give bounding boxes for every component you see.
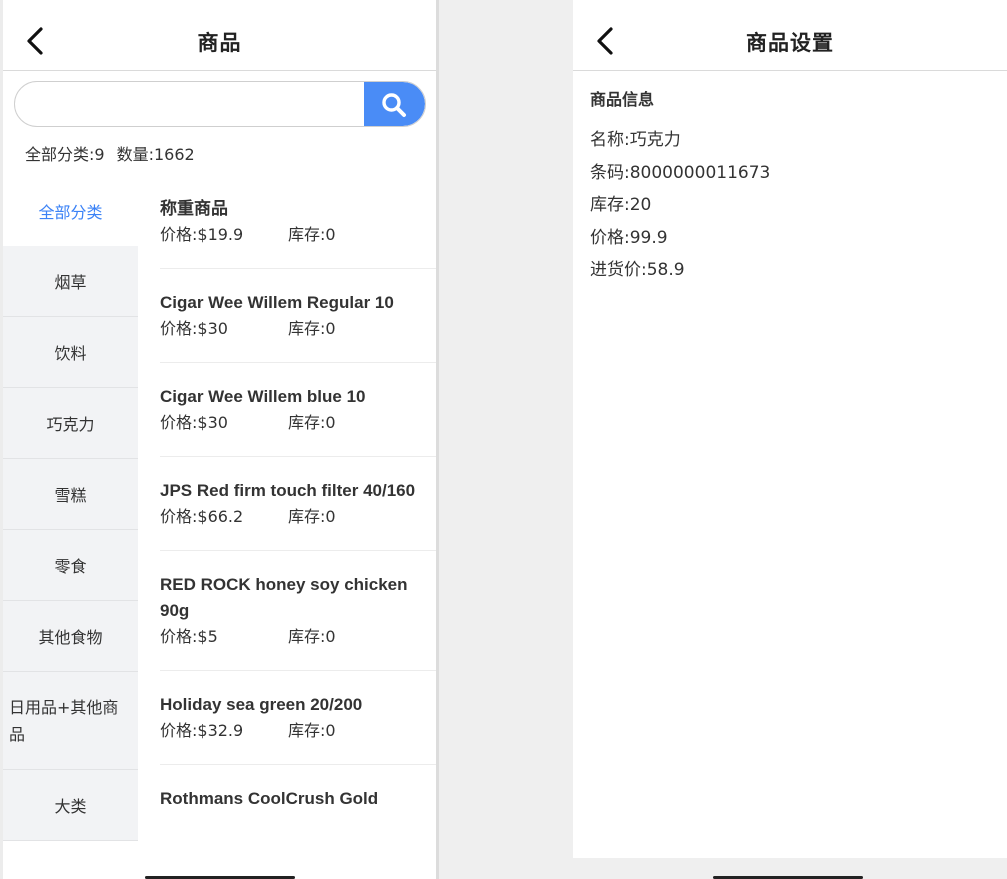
product-list-screen: 商品 全部分类:9 数量:1662 全部分类 烟草 饮料 巧克力 雪糕 零食 其他… — [3, 0, 436, 879]
product-name: Cigar Wee Willem Regular 10 — [160, 293, 394, 312]
list-item[interactable]: Rothmans CoolCrush Gold — [160, 765, 436, 832]
list-item[interactable]: JPS Red firm touch filter 40/160 价格:$66.… — [160, 457, 436, 551]
product-price: 价格:$32.9 — [160, 721, 244, 740]
section-title: 商品信息 — [590, 90, 655, 109]
list-item[interactable]: Cigar Wee Willem Regular 10 价格:$30 库存:0 — [160, 269, 436, 363]
search-bar — [14, 81, 426, 127]
product-name: RED ROCK honey soy chicken 90g — [160, 575, 408, 620]
product-price: 价格:$30 — [160, 319, 228, 338]
category-item-other-food[interactable]: 其他食物 — [3, 601, 138, 672]
product-price: 价格:$5 — [160, 627, 218, 646]
page-title: 商品设置 — [746, 31, 834, 55]
category-item-ice-cream[interactable]: 雪糕 — [3, 459, 138, 530]
product-stock: 库存:0 — [288, 627, 336, 646]
search-icon — [382, 93, 406, 117]
navbar: 商品 — [3, 0, 436, 71]
product-stock: 库存:20 — [590, 195, 652, 215]
product-name: JPS Red firm touch filter 40/160 — [160, 481, 416, 500]
category-item-tobacco[interactable]: 烟草 — [3, 246, 138, 317]
product-barcode: 条码:8000000011673 — [590, 162, 771, 183]
product-count: 数量:1662 — [116, 145, 195, 164]
category-item-chocolate[interactable]: 巧克力 — [3, 388, 138, 459]
product-name: Holiday sea green 20/200 — [160, 695, 363, 714]
category-item-all[interactable]: 全部分类 — [3, 175, 138, 246]
product-stock: 库存:0 — [288, 721, 336, 740]
navbar: 商品设置 — [573, 0, 1007, 71]
product-list: 称重商品 价格:$19.9 库存:0 Cigar Wee Willem Regul… — [160, 175, 436, 832]
product-price: 价格:$30 — [160, 413, 228, 432]
product-name: 名称:巧克力 — [590, 130, 681, 150]
product-cost-price: 进货价:58.9 — [590, 260, 685, 280]
product-info: 名称:巧克力 条码:8000000011673 库存:20 价格:99.9 进货… — [590, 124, 770, 287]
category-item-major[interactable]: 大类 — [3, 770, 138, 841]
product-name: Rothmans CoolCrush Gold — [160, 789, 379, 808]
search-input[interactable] — [15, 82, 360, 126]
list-item[interactable]: RED ROCK honey soy chicken 90g 价格:$5 库存:0 — [160, 551, 436, 671]
product-stock: 库存:0 — [288, 507, 336, 526]
product-stock: 库存:0 — [288, 225, 336, 244]
category-item-daily-goods[interactable]: 日用品+其他商品 — [3, 672, 138, 770]
product-price: 价格:$66.2 — [160, 507, 244, 526]
product-stock: 库存:0 — [288, 319, 336, 338]
summary-stats: 全部分类:9 数量:1662 — [25, 141, 195, 165]
page-title: 商品 — [197, 31, 242, 55]
list-item[interactable]: 称重商品 价格:$19.9 库存:0 — [160, 175, 436, 269]
product-name: Cigar Wee Willem blue 10 — [160, 387, 366, 406]
category-count: 全部分类:9 — [25, 145, 105, 164]
product-price: 价格:99.9 — [590, 227, 668, 248]
list-item[interactable]: Holiday sea green 20/200 价格:$32.9 库存:0 — [160, 671, 436, 765]
product-name: 称重商品 — [160, 199, 228, 218]
list-item[interactable]: Cigar Wee Willem blue 10 价格:$30 库存:0 — [160, 363, 436, 457]
category-item-snacks[interactable]: 零食 — [3, 530, 138, 601]
search-button[interactable] — [364, 82, 425, 126]
category-item-drinks[interactable]: 饮料 — [3, 317, 138, 388]
gutter — [439, 0, 573, 879]
product-settings-screen: 商品设置 商品信息 名称:巧克力 条码:8000000011673 库存:20 … — [573, 0, 1007, 858]
category-sidebar: 全部分类 烟草 饮料 巧克力 雪糕 零食 其他食物 日用品+其他商品 大类 — [3, 175, 138, 841]
product-price: 价格:$19.9 — [160, 225, 244, 244]
product-stock: 库存:0 — [288, 413, 336, 432]
